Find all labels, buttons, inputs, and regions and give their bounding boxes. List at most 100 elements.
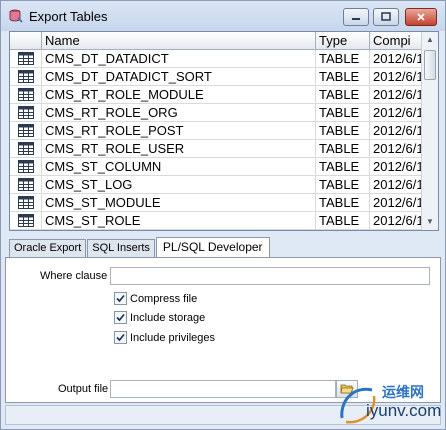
minimize-button[interactable] xyxy=(343,8,369,26)
cell-compiled: 2012/6/12 xyxy=(370,194,422,211)
table-icon xyxy=(17,142,34,155)
grid-rows: CMS_DT_DATADICTTABLE2012/6/12CMS_DT_DATA… xyxy=(10,50,422,230)
export-tables-window: Export Tables Name Type Compi CMS_DT_DAT… xyxy=(0,0,446,430)
table-icon xyxy=(17,160,34,173)
tab-oracle-export[interactable]: Oracle Export xyxy=(9,239,87,257)
scroll-down-icon[interactable]: ▼ xyxy=(422,214,438,230)
grid-header: Name Type Compi xyxy=(10,32,422,50)
row-selector[interactable] xyxy=(10,194,42,211)
table-icon xyxy=(17,88,34,101)
watermark-domain: iyunv.com xyxy=(366,401,442,420)
cell-compiled: 2012/6/12 xyxy=(370,104,422,121)
row-selector[interactable] xyxy=(10,122,42,139)
table-row[interactable]: CMS_ST_ROLETABLE2012/6/12 xyxy=(10,212,422,230)
database-icon xyxy=(9,9,23,23)
compress-file-checkbox[interactable] xyxy=(114,292,127,305)
cell-compiled: 2012/6/12 xyxy=(370,86,422,103)
tab-plsql-developer[interactable]: PL/SQL Developer xyxy=(155,237,270,257)
table-icon xyxy=(17,106,34,119)
cell-type: TABLE xyxy=(316,122,370,139)
include-privileges-checkbox[interactable] xyxy=(114,331,127,344)
watermark-logo: 运维网 iyunv.com xyxy=(336,376,442,428)
cell-type: TABLE xyxy=(316,176,370,193)
table-icon xyxy=(17,214,34,227)
where-clause-input[interactable] xyxy=(110,267,430,285)
cell-name: CMS_ST_COLUMN xyxy=(42,158,316,175)
output-file-input[interactable] xyxy=(110,380,336,398)
cell-type: TABLE xyxy=(316,212,370,229)
table-icon xyxy=(17,178,34,191)
cell-name: CMS_ST_ROLE xyxy=(42,212,316,229)
include-privileges-option[interactable]: Include privileges xyxy=(114,331,215,344)
cell-name: CMS_RT_ROLE_ORG xyxy=(42,104,316,121)
table-row[interactable]: CMS_RT_ROLE_ORGTABLE2012/6/12 xyxy=(10,104,422,122)
row-selector[interactable] xyxy=(10,212,42,229)
row-selector[interactable] xyxy=(10,140,42,157)
cell-type: TABLE xyxy=(316,158,370,175)
tab-sql-inserts[interactable]: SQL Inserts xyxy=(87,239,155,257)
where-clause-label: Where clause xyxy=(40,270,108,282)
column-header-compiled[interactable]: Compi xyxy=(370,32,422,50)
row-selector[interactable] xyxy=(10,104,42,121)
table-row[interactable]: CMS_DT_DATADICT_SORTTABLE2012/6/12 xyxy=(10,68,422,86)
cell-name: CMS_RT_ROLE_USER xyxy=(42,140,316,157)
tables-grid[interactable]: Name Type Compi CMS_DT_DATADICT TABLE 2012… xyxy=(9,31,439,231)
cell-compiled: 2012/6/12 xyxy=(370,50,422,67)
table-row[interactable]: CMS_RT_ROLE_MODULETABLE2012/6/12 xyxy=(10,86,422,104)
table-row[interactable]: CMS_ST_COLUMNTABLE2012/6/12 xyxy=(10,158,422,176)
row-selector[interactable] xyxy=(10,50,42,67)
row-selector[interactable] xyxy=(10,158,42,175)
close-button[interactable] xyxy=(405,8,437,26)
table-icon xyxy=(17,124,34,137)
cell-name: CMS_RT_ROLE_POST xyxy=(42,122,316,139)
cell-type: TABLE xyxy=(316,50,370,67)
close-icon xyxy=(417,13,425,21)
minimize-icon xyxy=(352,18,360,20)
column-header-type[interactable]: Type xyxy=(316,32,370,50)
vertical-scrollbar[interactable]: ▲ ▼ xyxy=(421,32,438,230)
table-row[interactable]: CMS_ST_MODULETABLE2012/6/12 xyxy=(10,194,422,212)
checkmark-icon xyxy=(116,333,125,342)
table-row[interactable]: CMS_DT_DATADICTTABLE2012/6/12 xyxy=(10,50,422,68)
output-file-label: Output file xyxy=(58,383,109,395)
maximize-icon xyxy=(381,12,391,21)
compress-file-option[interactable]: Compress file xyxy=(114,292,197,305)
cell-name: CMS_DT_DATADICT xyxy=(42,50,316,67)
cell-compiled: 2012/6/12 xyxy=(370,212,422,229)
table-row[interactable]: CMS_RT_ROLE_USERTABLE2012/6/12 xyxy=(10,140,422,158)
row-selector[interactable] xyxy=(10,86,42,103)
cell-type: TABLE xyxy=(316,68,370,85)
compress-file-label: Compress file xyxy=(130,292,198,305)
include-storage-option[interactable]: Include storage xyxy=(114,311,205,324)
row-selector[interactable] xyxy=(10,176,42,193)
cell-name: CMS_RT_ROLE_MODULE xyxy=(42,86,316,103)
table-row[interactable]: CMS_ST_LOGTABLE2012/6/12 xyxy=(10,176,422,194)
table-icon xyxy=(17,70,34,83)
maximize-button[interactable] xyxy=(373,8,399,26)
cell-name: CMS_ST_MODULE xyxy=(42,194,316,211)
include-privileges-label: Include privileges xyxy=(130,331,215,344)
cell-compiled: 2012/6/12 xyxy=(370,158,422,175)
header-icon-column xyxy=(10,32,42,50)
scroll-up-icon[interactable]: ▲ xyxy=(422,32,438,48)
checkmark-icon xyxy=(116,313,125,322)
cell-name: CMS_DT_DATADICT_SORT xyxy=(42,68,316,85)
cell-type: TABLE xyxy=(316,104,370,121)
cell-compiled: 2012/6/12 xyxy=(370,176,422,193)
column-header-name[interactable]: Name xyxy=(42,32,316,50)
cell-compiled: 2012/6/12 xyxy=(370,68,422,85)
include-storage-checkbox[interactable] xyxy=(114,311,127,324)
window-title: Export Tables xyxy=(29,9,108,24)
cell-type: TABLE xyxy=(316,194,370,211)
title-bar[interactable]: Export Tables xyxy=(1,1,445,31)
checkmark-icon xyxy=(116,294,125,303)
cell-type: TABLE xyxy=(316,140,370,157)
table-icon xyxy=(17,52,34,65)
row-selector[interactable] xyxy=(10,68,42,85)
table-icon xyxy=(17,196,34,209)
table-row[interactable]: CMS_RT_ROLE_POSTTABLE2012/6/12 xyxy=(10,122,422,140)
tab-strip: Oracle Export SQL Inserts PL/SQL Develop… xyxy=(9,237,271,257)
scroll-thumb[interactable] xyxy=(424,50,436,80)
cell-type: TABLE xyxy=(316,86,370,103)
watermark-chinese: 运维网 xyxy=(382,384,424,400)
